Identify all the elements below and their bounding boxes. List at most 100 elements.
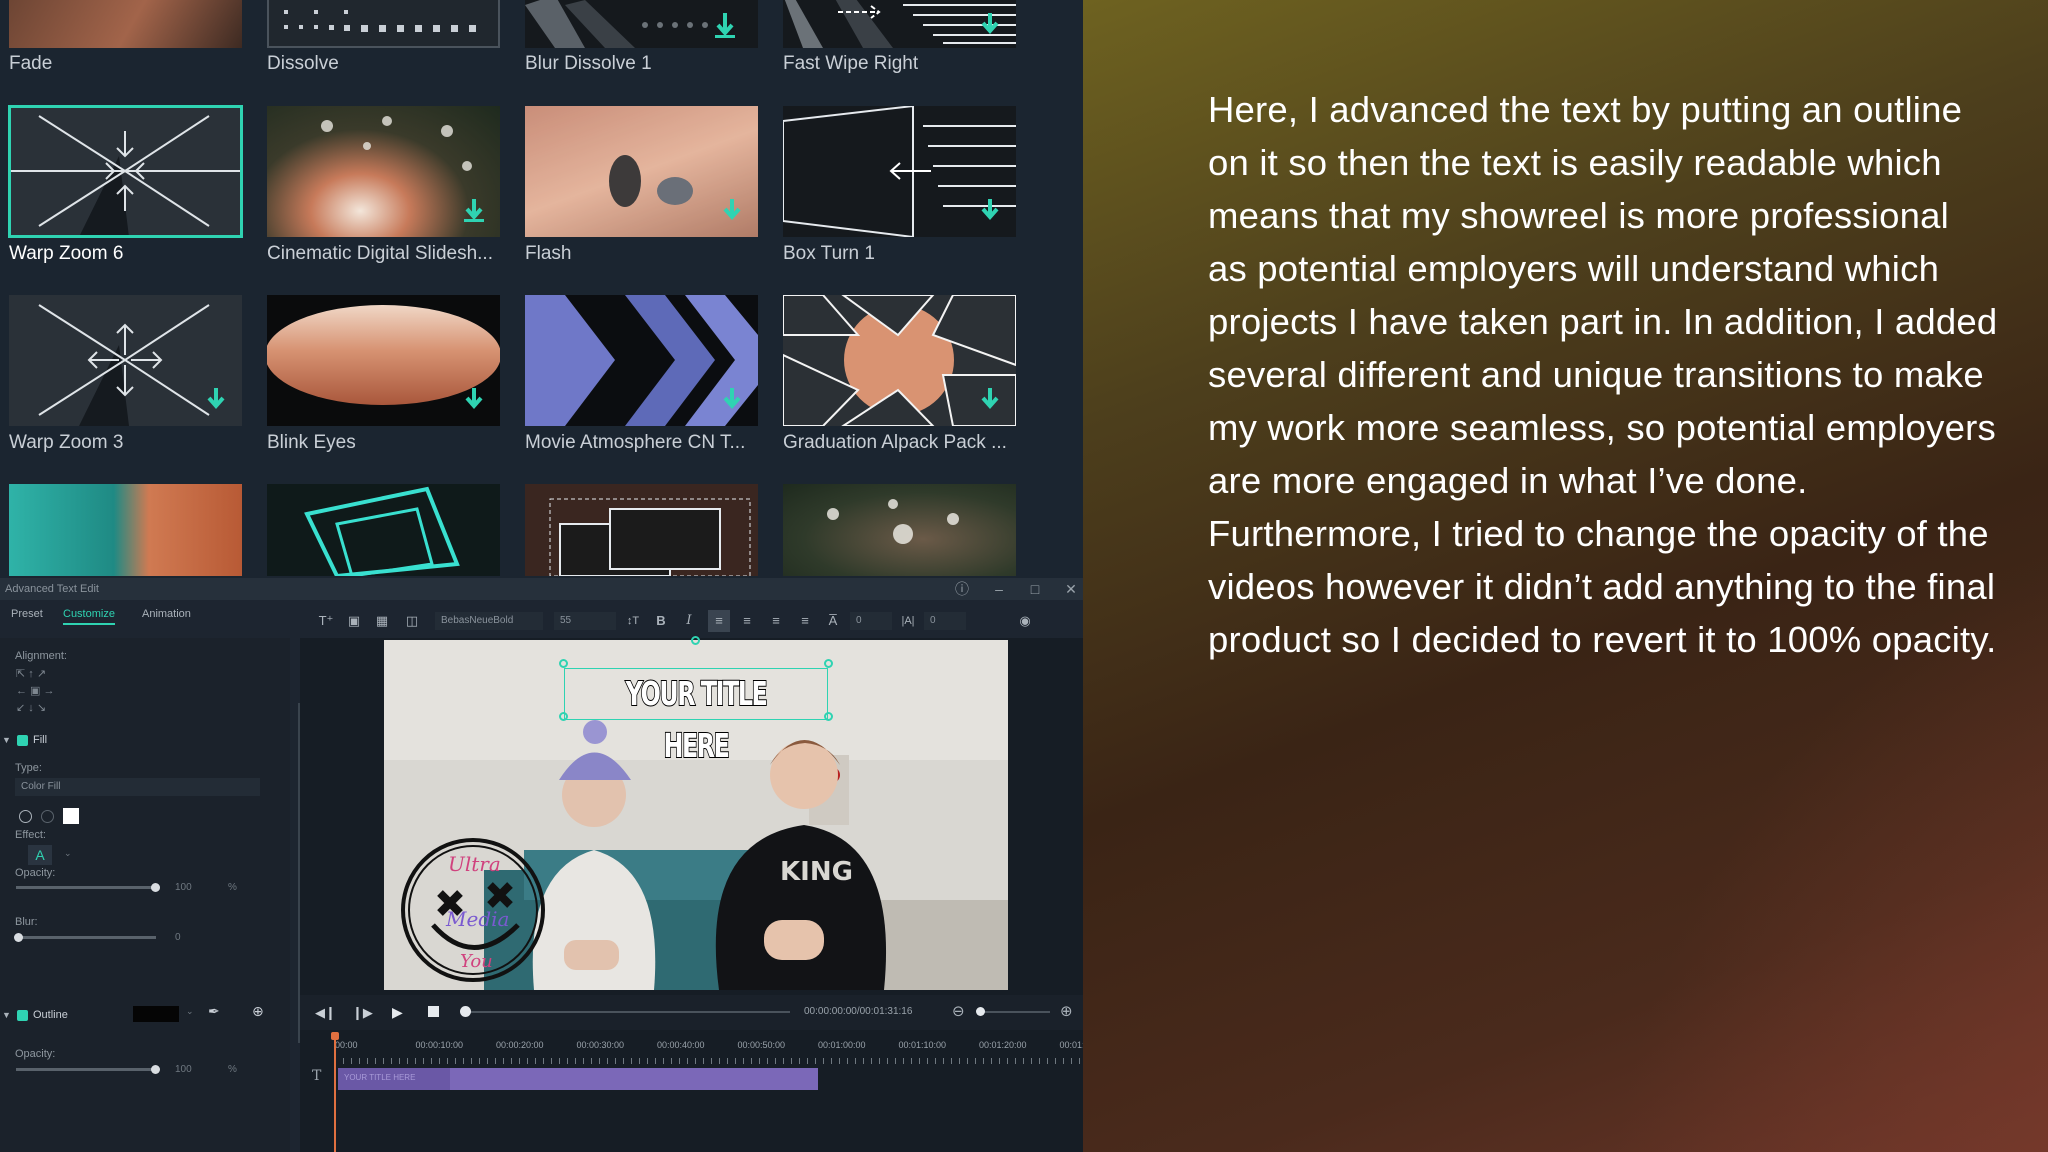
graduation-art: [783, 295, 1016, 426]
title-clip[interactable]: YOUR TITLE HERE: [338, 1068, 818, 1090]
add-outline-icon[interactable]: ⊕: [252, 1003, 264, 1020]
solid-color-radio[interactable]: [19, 810, 32, 823]
tab-preset[interactable]: Preset: [11, 608, 43, 620]
playback-progress-handle[interactable]: [460, 1006, 471, 1017]
font-size-select[interactable]: 55: [554, 612, 616, 630]
outline-opacity-slider-handle[interactable]: [151, 1065, 160, 1074]
previous-frame-icon[interactable]: ◀❙: [315, 1005, 336, 1021]
transition-label: Movie Atmosphere CN T...: [525, 432, 746, 453]
outline-opacity-slider-track[interactable]: [16, 1068, 156, 1071]
dots-pattern: [284, 10, 476, 32]
fill-checkbox[interactable]: [17, 735, 28, 746]
zoom-out-icon[interactable]: ⊖: [952, 1002, 965, 1020]
blur-value[interactable]: 0: [175, 932, 181, 943]
bold-icon[interactable]: B: [650, 610, 672, 632]
align-right-icon[interactable]: ≡: [765, 610, 787, 632]
text-settings-panel: Alignment: ⇱ ↑ ↗ ← ▣ → ↙ ↓ ↘ ▼ Fill Type: …: [0, 638, 290, 1152]
timeline-tick-label: 00:01:10:00: [898, 1040, 947, 1050]
timeline-tick-label: 00:01:30:00: [1059, 1040, 1084, 1050]
close-icon[interactable]: ✕: [1057, 578, 1083, 600]
resize-handle-top-left[interactable]: [559, 659, 568, 668]
flash-art: [525, 106, 758, 237]
opacity-slider-track[interactable]: [16, 886, 156, 889]
timeline-tick-label: 00:00:40:00: [657, 1040, 705, 1050]
outline-color-swatch[interactable]: [133, 1006, 179, 1022]
eyedropper-icon[interactable]: ✒: [208, 1003, 220, 1020]
preview-title-text[interactable]: YOUR TITLE HERE: [601, 668, 791, 766]
timeline-tick-label: 00:00:50:00: [737, 1040, 786, 1050]
minimize-icon[interactable]: –: [985, 578, 1013, 600]
transition-thumbnail: [9, 0, 242, 48]
font-select[interactable]: BebasNeueBold: [435, 612, 543, 630]
opacity-value[interactable]: 100: [175, 882, 192, 893]
crop-icon[interactable]: ▣: [343, 610, 365, 632]
blur-slider-handle[interactable]: [14, 933, 23, 942]
align-center-icon[interactable]: ≡: [736, 610, 758, 632]
blink-eyes-art: [267, 305, 500, 410]
zoom-in-icon[interactable]: ⊕: [1060, 1002, 1073, 1020]
playhead[interactable]: [334, 1032, 336, 1152]
dialog-titlebar: Advanced Text Edit: [0, 578, 1083, 600]
transition-thumbnail: [8, 105, 243, 238]
flowers-art: [827, 499, 959, 544]
dialog-tabs: Preset Customize Animation: [0, 602, 300, 630]
text-effect-preview[interactable]: A: [28, 845, 52, 865]
align-left-icon[interactable]: ≡: [708, 610, 730, 632]
transition-thumbnail: [267, 0, 500, 48]
transition-label: Cinematic Digital Slidesh...: [267, 243, 493, 264]
effect-dropdown-icon[interactable]: ⌄: [64, 848, 72, 859]
zoom-slider-track[interactable]: [980, 1011, 1050, 1013]
add-text-icon[interactable]: T⁺: [315, 610, 337, 632]
tab-customize[interactable]: Customize: [63, 608, 115, 625]
fill-type-select[interactable]: Color Fill: [15, 778, 260, 796]
italic-icon[interactable]: I: [678, 610, 700, 632]
gradient-color-radio[interactable]: [41, 810, 54, 823]
tab-animation[interactable]: Animation: [142, 608, 191, 620]
ultra-media-you-logo: Ultra Media You: [398, 835, 548, 985]
zoom-slider-handle[interactable]: [976, 1007, 985, 1016]
delete-icon[interactable]: ◫: [401, 610, 423, 632]
ruler-minor-ticks: [335, 1058, 1083, 1064]
next-frame-icon[interactable]: ❙▶: [352, 1005, 373, 1021]
resize-handle-bottom-left[interactable]: [559, 712, 568, 721]
transition-label: Flash: [525, 243, 572, 264]
play-icon[interactable]: ▶: [392, 1004, 403, 1021]
help-icon[interactable]: ⓘ: [948, 578, 976, 600]
outline-checkbox[interactable]: [17, 1010, 28, 1021]
outline-color-dropdown-icon[interactable]: ⌄: [186, 1006, 194, 1017]
resize-handle-top-right[interactable]: [824, 659, 833, 668]
text-track-icon: T: [312, 1068, 322, 1084]
opacity-label: Opacity:: [15, 867, 56, 879]
transition-thumbnail: [267, 106, 500, 237]
neon-frame-art: [304, 486, 460, 576]
transition-label: Dissolve: [267, 53, 339, 74]
blur-slider-track[interactable]: [16, 936, 156, 939]
box-turn-art: [783, 106, 1016, 237]
outline-label: Outline: [33, 1009, 68, 1021]
opacity-percent: %: [228, 882, 237, 893]
outline-opacity-value[interactable]: 100: [175, 1064, 192, 1075]
fill-color-swatch[interactable]: [63, 808, 79, 824]
rotate-handle[interactable]: [691, 636, 700, 645]
stop-icon[interactable]: [428, 1006, 439, 1017]
playback-progress-track[interactable]: [465, 1011, 790, 1013]
collapse-outline-icon[interactable]: ▼: [2, 1010, 11, 1020]
collapse-fill-icon[interactable]: ▼: [2, 735, 11, 745]
maximize-icon[interactable]: □: [1021, 578, 1049, 600]
layers-icon[interactable]: ◉: [1014, 610, 1036, 632]
letter-spacing-input[interactable]: 0: [850, 612, 892, 630]
justify-icon[interactable]: ≡: [794, 610, 816, 632]
transition-thumbnail: [525, 106, 758, 237]
alignment-grid[interactable]: ⇱ ↑ ↗ ← ▣ → ↙ ↓ ↘: [16, 666, 76, 718]
line-spacing-input[interactable]: 0: [924, 612, 966, 630]
transition-label: Graduation Alpack Pack ...: [783, 432, 1007, 453]
text-size-icon[interactable]: ↕T: [622, 610, 644, 632]
player-controls: ◀❙ ❙▶ ▶ 00:00:00:00/00:01:31:16 ⊖ ⊕: [300, 995, 1083, 1035]
transition-thumbnail: [267, 295, 500, 426]
opacity-slider-handle[interactable]: [151, 883, 160, 892]
line-spacing-icon[interactable]: |A|: [897, 610, 919, 632]
playhead-handle[interactable]: [331, 1032, 339, 1040]
image-icon[interactable]: ▦: [371, 610, 393, 632]
resize-handle-bottom-right[interactable]: [824, 712, 833, 721]
text-direction-icon[interactable]: A̅: [822, 610, 844, 632]
